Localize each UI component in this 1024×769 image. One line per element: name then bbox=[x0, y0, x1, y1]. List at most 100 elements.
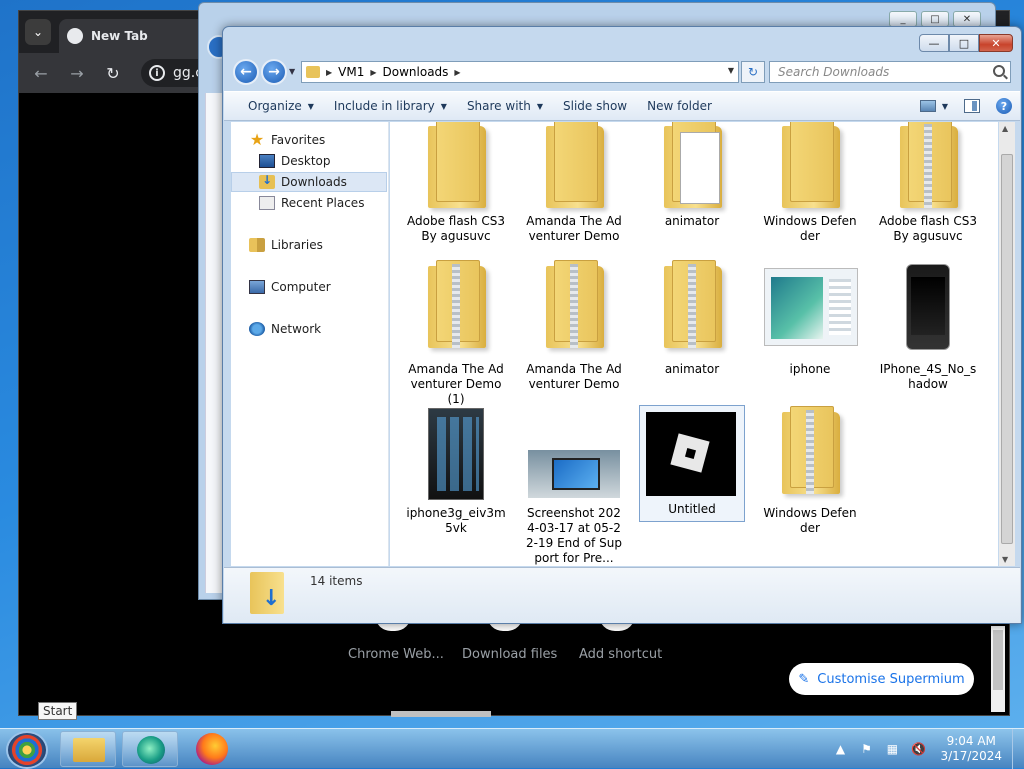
arrow-left-icon: ← bbox=[240, 64, 252, 80]
search-input[interactable]: Search Downloads bbox=[769, 61, 1011, 83]
back-button[interactable]: ← bbox=[233, 59, 259, 85]
file-item[interactable]: Screenshot 2024-03-17 at 05-22-19 End of… bbox=[522, 408, 626, 566]
change-view-icon[interactable] bbox=[919, 100, 936, 112]
minimize-button[interactable]: _ bbox=[889, 11, 917, 27]
nav-computer[interactable]: Computer bbox=[231, 277, 387, 297]
shortcut-download-files[interactable]: Download files bbox=[462, 647, 557, 662]
network-status-icon[interactable]: ▦ bbox=[884, 742, 900, 756]
image-thumbnail bbox=[906, 264, 950, 350]
breadcrumb-separator-icon[interactable]: ▶ bbox=[454, 68, 460, 77]
organize-menu[interactable]: Organize ▼ bbox=[224, 99, 328, 113]
show-desktop-button[interactable] bbox=[1012, 729, 1024, 769]
address-bar[interactable]: ▶ VM1 ▶ Downloads ▶ ▼ bbox=[301, 61, 739, 83]
zipper-icon bbox=[570, 264, 578, 348]
browser-scrollbar[interactable] bbox=[991, 626, 1005, 712]
file-item[interactable]: Amanda The Adventurer Demo bbox=[522, 122, 626, 244]
caret-down-icon: ▼ bbox=[536, 101, 543, 111]
scroll-up-icon[interactable]: ▲ bbox=[1002, 124, 1008, 133]
clock[interactable]: 9:04 AM 3/17/2024 bbox=[940, 734, 1002, 764]
file-item[interactable]: Amanda The Adventurer Demo bbox=[522, 260, 626, 392]
file-item[interactable]: animator bbox=[640, 260, 744, 377]
file-name: Screenshot 2024-03-17 at 05-22-19 End of… bbox=[526, 506, 622, 565]
new-folder-button[interactable]: New folder bbox=[641, 99, 726, 113]
view-controls: ▼ ? bbox=[919, 98, 1012, 114]
preview-pane-icon[interactable] bbox=[964, 99, 980, 113]
forward-button[interactable]: → bbox=[261, 59, 287, 85]
refresh-button[interactable]: ↻ bbox=[741, 61, 765, 83]
maximize-button[interactable]: □ bbox=[921, 11, 949, 27]
breadcrumb-separator-icon[interactable]: ▶ bbox=[370, 68, 376, 77]
nav-favorites[interactable]: ★ Favorites bbox=[231, 130, 387, 150]
zip-folder-icon bbox=[664, 260, 722, 348]
show-hidden-icons-icon[interactable]: ▲ bbox=[832, 742, 848, 756]
reload-button[interactable]: ↻ bbox=[101, 61, 125, 85]
tab-search-button[interactable]: ⌄ bbox=[25, 19, 51, 45]
maximize-button[interactable]: □ bbox=[949, 34, 979, 52]
shortcut-chrome-web-store[interactable]: Chrome Web... bbox=[348, 647, 444, 662]
scroll-down-icon[interactable]: ▼ bbox=[1002, 555, 1008, 564]
file-item[interactable]: Windows Defender bbox=[758, 406, 862, 536]
zip-folder-icon bbox=[428, 260, 486, 348]
share-with-menu[interactable]: Share with ▼ bbox=[461, 99, 557, 113]
file-item[interactable]: Amanda The Adventurer Demo (1) bbox=[404, 260, 508, 407]
file-name: Amanda The Adventurer Demo bbox=[526, 362, 622, 391]
file-item[interactable]: Adobe flash CS3 By agusuvc bbox=[404, 122, 508, 244]
file-item[interactable]: iphone bbox=[758, 262, 862, 377]
file-item[interactable]: IPhone_4S_No_shadow bbox=[876, 262, 980, 392]
view-dropdown-icon[interactable]: ▼ bbox=[942, 102, 948, 111]
breadcrumb-separator-icon[interactable]: ▶ bbox=[326, 68, 332, 77]
nav-desktop[interactable]: Desktop bbox=[231, 151, 387, 171]
file-item[interactable]: animator bbox=[640, 122, 744, 229]
nav-recent-places[interactable]: Recent Places bbox=[231, 193, 387, 213]
slide-show-button[interactable]: Slide show bbox=[557, 99, 641, 113]
zip-folder-icon bbox=[546, 260, 604, 348]
taskbar-explorer-button[interactable] bbox=[60, 731, 116, 767]
firefox-icon[interactable] bbox=[196, 733, 228, 765]
customise-label: Customise Supermium bbox=[817, 671, 965, 687]
breadcrumb-vm1[interactable]: VM1 bbox=[338, 65, 364, 79]
customise-button[interactable]: ✎ Customise Supermium bbox=[789, 663, 974, 695]
nav-label: Libraries bbox=[271, 238, 323, 252]
scrollbar-thumb[interactable] bbox=[1001, 154, 1013, 544]
file-item[interactable]: Adobe flash CS3 By agusuvc bbox=[876, 122, 980, 244]
nav-label: Computer bbox=[271, 280, 331, 294]
nav-label: Network bbox=[271, 322, 322, 336]
recent-pages-dropdown[interactable]: ▼ bbox=[289, 67, 299, 77]
search-icon[interactable] bbox=[993, 65, 1005, 77]
address-dropdown-icon[interactable]: ▼ bbox=[728, 66, 734, 75]
file-name: animator bbox=[664, 362, 720, 376]
image-thumbnail bbox=[646, 412, 736, 496]
file-name: Amanda The Adventurer Demo (1) bbox=[408, 362, 504, 406]
zip-folder-icon bbox=[900, 122, 958, 208]
browser-hscrollbar[interactable] bbox=[391, 711, 491, 717]
zipper-icon bbox=[806, 410, 814, 494]
item-count: 14 items bbox=[310, 574, 363, 588]
start-button[interactable] bbox=[6, 731, 48, 769]
forward-button[interactable]: → bbox=[65, 61, 89, 85]
breadcrumb-downloads[interactable]: Downloads bbox=[383, 65, 449, 79]
help-icon[interactable]: ? bbox=[996, 98, 1012, 114]
file-item-selected[interactable]: Untitled bbox=[639, 405, 745, 522]
taskbar-supermium-button[interactable] bbox=[122, 731, 178, 767]
tab-new-tab[interactable]: New Tab bbox=[59, 19, 209, 53]
file-name: iphone3g_eiv3m5vk bbox=[406, 506, 506, 535]
tab-favicon-icon bbox=[67, 28, 83, 44]
action-center-flag-icon[interactable]: ⚑ bbox=[858, 742, 874, 756]
scrollbar-thumb[interactable] bbox=[993, 630, 1003, 690]
file-list-scrollbar[interactable]: ▲ ▼ bbox=[999, 122, 1015, 566]
nav-libraries[interactable]: Libraries bbox=[231, 235, 387, 255]
close-button[interactable]: ✕ bbox=[979, 34, 1013, 52]
minimize-button[interactable]: — bbox=[919, 34, 949, 52]
folder-icon bbox=[782, 122, 840, 208]
file-item[interactable]: Windows Defender bbox=[758, 122, 862, 244]
shortcut-add-shortcut[interactable]: Add shortcut bbox=[579, 647, 662, 662]
include-in-library-menu[interactable]: Include in library ▼ bbox=[328, 99, 461, 113]
file-item[interactable]: iphone3g_eiv3m5vk bbox=[404, 408, 508, 536]
nav-network[interactable]: Network bbox=[231, 319, 387, 339]
back-button[interactable]: ← bbox=[29, 61, 53, 85]
file-name: Adobe flash CS3 By agusuvc bbox=[879, 214, 977, 243]
close-button[interactable]: ✕ bbox=[953, 11, 981, 27]
nav-downloads[interactable]: Downloads bbox=[231, 172, 387, 192]
volume-muted-icon[interactable]: 🔇 bbox=[910, 742, 926, 756]
include-label: Include in library bbox=[333, 99, 435, 113]
